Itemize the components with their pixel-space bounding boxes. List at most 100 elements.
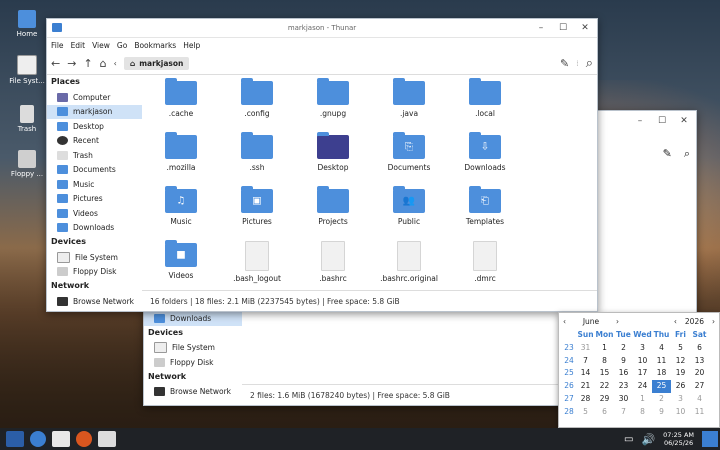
calendar-day[interactable]: 3: [633, 342, 652, 355]
calendar-day[interactable]: 3: [671, 393, 690, 406]
calendar-day[interactable]: 30: [614, 393, 633, 406]
sidebar-item-computer[interactable]: Computer: [47, 90, 142, 105]
sidebar-item-downloads[interactable]: Downloads: [47, 221, 142, 236]
show-desktop-button[interactable]: [702, 431, 718, 447]
menu-view[interactable]: View: [92, 41, 110, 50]
calendar-day[interactable]: 21: [576, 380, 595, 393]
file-item[interactable]: .bashrc: [295, 237, 371, 291]
calendar-day[interactable]: 7: [614, 406, 633, 419]
menu-help[interactable]: Help: [183, 41, 200, 50]
sidebar-item-filesystem[interactable]: File System: [47, 250, 142, 265]
calendar-day[interactable]: 20: [690, 367, 709, 380]
menu-bookmarks[interactable]: Bookmarks: [134, 41, 176, 50]
desktop-icon-home[interactable]: Home: [6, 10, 48, 38]
thunar-task-icon[interactable]: [98, 431, 116, 447]
file-item[interactable]: Desktop: [295, 129, 371, 183]
calendar-day[interactable]: 28: [576, 393, 595, 406]
calendar-day[interactable]: 17: [633, 367, 652, 380]
window-titlebar[interactable]: markjason - Thunar – ☐ ✕: [47, 19, 597, 38]
calendar-day[interactable]: 23: [614, 380, 633, 393]
close-icon[interactable]: ✕: [676, 114, 692, 128]
file-item[interactable]: ▣ Pictures: [219, 183, 295, 237]
file-item[interactable]: .dmrc: [447, 237, 523, 291]
calendar-day[interactable]: 27: [690, 380, 709, 393]
file-item[interactable]: ■ Videos: [143, 237, 219, 291]
calendar-day[interactable]: 26: [671, 380, 690, 393]
calendar-day[interactable]: 2: [652, 393, 671, 406]
file-item[interactable]: .mozilla: [143, 129, 219, 183]
calendar-day[interactable]: 13: [690, 355, 709, 368]
sidebar-item-network[interactable]: Browse Network: [47, 294, 142, 309]
next-year-icon[interactable]: ›: [712, 317, 715, 326]
calendar-day[interactable]: 29: [595, 393, 614, 406]
calendar-day[interactable]: 8: [595, 355, 614, 368]
file-item[interactable]: .config: [219, 75, 295, 129]
calendar-day[interactable]: 6: [595, 406, 614, 419]
sidebar-item-recent[interactable]: Recent: [47, 134, 142, 149]
calendar-day[interactable]: 10: [671, 406, 690, 419]
calendar-day[interactable]: 9: [614, 355, 633, 368]
calendar-day[interactable]: 4: [690, 393, 709, 406]
maximize-icon[interactable]: ☐: [555, 21, 571, 35]
file-item[interactable]: .bashrc.original: [371, 237, 447, 291]
firefox-icon[interactable]: [76, 431, 92, 447]
back-arrow-icon[interactable]: ←: [51, 57, 60, 70]
up-arrow-icon[interactable]: ↑: [83, 57, 92, 70]
forward-arrow-icon[interactable]: →: [67, 57, 76, 70]
sidebar-item-floppy[interactable]: Floppy Disk: [47, 265, 142, 280]
prev-year-icon[interactable]: ‹: [674, 317, 677, 326]
minimize-icon[interactable]: –: [632, 114, 648, 128]
path-button-home[interactable]: ⌂ markjason: [123, 56, 190, 70]
calendar-day[interactable]: 19: [671, 367, 690, 380]
calendar-day[interactable]: 1: [595, 342, 614, 355]
file-item[interactable]: .cache: [143, 75, 219, 129]
file-item[interactable]: .java: [371, 75, 447, 129]
calendar-day[interactable]: 1: [633, 393, 652, 406]
calendar-day[interactable]: 31: [576, 342, 595, 355]
sidebar-item-desktop[interactable]: Desktop: [47, 119, 142, 134]
sidebar-item-pictures[interactable]: Pictures: [47, 192, 142, 207]
calendar-today[interactable]: 25: [652, 380, 671, 393]
sidebar-item-music[interactable]: Music: [47, 177, 142, 192]
sidebar-item-trash[interactable]: Trash: [47, 148, 142, 163]
menu-edit[interactable]: Edit: [71, 41, 86, 50]
menu-go[interactable]: Go: [117, 41, 127, 50]
display-icon[interactable]: ▭: [624, 434, 633, 445]
file-item[interactable]: ⎘ Documents: [371, 129, 447, 183]
edit-path-icon[interactable]: ✎: [560, 57, 569, 70]
file-item[interactable]: ⇩ Downloads: [447, 129, 523, 183]
calendar-day[interactable]: 12: [671, 355, 690, 368]
calendar-day[interactable]: 14: [576, 367, 595, 380]
app-menu-icon[interactable]: [6, 431, 24, 447]
close-icon[interactable]: ✕: [577, 21, 593, 35]
browser-globe-icon[interactable]: [30, 431, 46, 447]
menu-file[interactable]: File: [51, 41, 64, 50]
calendar-day[interactable]: 9: [652, 406, 671, 419]
search-icon[interactable]: ⌕: [684, 147, 690, 161]
calendar-day[interactable]: 5: [671, 342, 690, 355]
file-item[interactable]: .local: [447, 75, 523, 129]
sidebar-item-downloads[interactable]: Downloads: [144, 311, 242, 326]
maximize-icon[interactable]: ☐: [654, 114, 670, 128]
calendar-day[interactable]: 22: [595, 380, 614, 393]
calendar-day[interactable]: 6: [690, 342, 709, 355]
calendar-day[interactable]: 16: [614, 367, 633, 380]
calendar-day[interactable]: 8: [633, 406, 652, 419]
file-item[interactable]: ⎗ Templates: [447, 183, 523, 237]
calendar-day[interactable]: 2: [614, 342, 633, 355]
file-item[interactable]: Projects: [295, 183, 371, 237]
search-icon[interactable]: ⌕: [586, 56, 593, 71]
sidebar-item-filesystem[interactable]: File System: [144, 341, 242, 356]
prev-month-icon[interactable]: ‹: [563, 317, 566, 326]
calendar-day[interactable]: 10: [633, 355, 652, 368]
calendar-day[interactable]: 18: [652, 367, 671, 380]
calendar-day[interactable]: 4: [652, 342, 671, 355]
file-item[interactable]: 👥 Public: [371, 183, 447, 237]
volume-icon[interactable]: 🔊: [641, 433, 655, 446]
sidebar-item-documents[interactable]: Documents: [47, 163, 142, 178]
calendar-day[interactable]: 15: [595, 367, 614, 380]
calendar-day[interactable]: 7: [576, 355, 595, 368]
home-icon[interactable]: ⌂: [100, 57, 107, 70]
desktop-icon-floppy[interactable]: Floppy ...: [6, 150, 48, 178]
calendar-day[interactable]: 5: [576, 406, 595, 419]
